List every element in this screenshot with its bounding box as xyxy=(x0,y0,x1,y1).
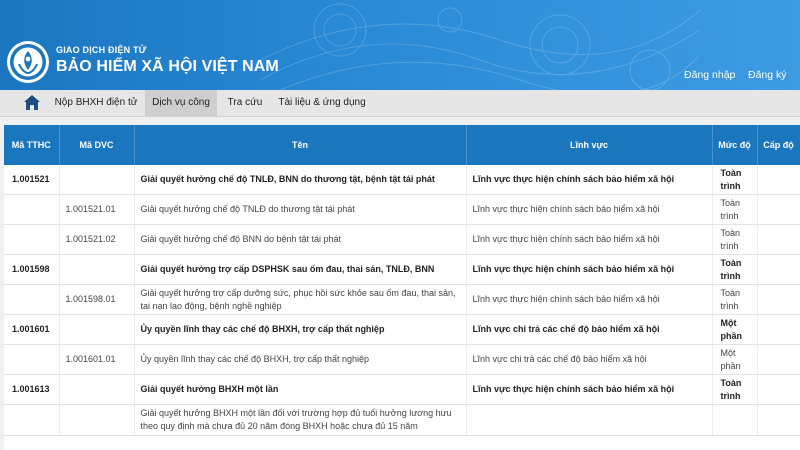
cell-cap-do xyxy=(757,194,800,225)
table-row[interactable]: Giải quyết hưởng BHXH một lần đối với tr… xyxy=(4,404,800,436)
cell-ten[interactable]: Ủy quyền lĩnh thay các chế độ BHXH, trợ … xyxy=(134,314,467,345)
cell-linh-vuc: Lĩnh vực chi trả các chế độ bảo hiểm xã … xyxy=(466,344,713,375)
cell-ma-dvc xyxy=(59,374,135,405)
cell-ma-tthc: 1.001598 xyxy=(4,254,60,285)
col-header-ma-tthc: Mã TTHC xyxy=(4,125,60,165)
cell-ten[interactable]: Giải quyết hưởng trợ cấp DSPHSK sau ốm đ… xyxy=(134,254,467,285)
cell-ma-tthc xyxy=(4,194,60,225)
cell-linh-vuc: Lĩnh vực chi trả các chế độ bảo hiểm xã … xyxy=(466,314,713,345)
cell-ma-dvc xyxy=(59,165,135,195)
table-row[interactable]: 1.001521 Giải quyết hưởng chế độ TNLĐ, B… xyxy=(4,165,800,195)
brand-subtitle: GIAO DỊCH ĐIỆN TỬ xyxy=(56,45,147,55)
service-table: Mã TTHC Mã DVC Tên Lĩnh vực Mức độ Cấp đ… xyxy=(4,125,800,436)
cell-linh-vuc: Lĩnh vực thực hiện chính sách bảo hiểm x… xyxy=(466,254,713,285)
cell-ma-dvc: 1.001521.01 xyxy=(59,194,135,225)
cell-linh-vuc xyxy=(466,404,713,436)
bhxh-logo-icon[interactable] xyxy=(6,40,50,84)
nav-item-tai-lieu[interactable]: Tài liệu & ứng dụng xyxy=(274,90,370,116)
col-header-ten: Tên xyxy=(134,125,467,165)
register-link[interactable]: Đăng ký xyxy=(748,69,787,81)
col-header-cap-do: Cấp độ xyxy=(757,125,800,165)
cell-ten[interactable]: Giải quyết hưởng chế độ BNN do bệnh tật … xyxy=(134,224,467,255)
cell-ma-dvc: 1.001598.01 xyxy=(59,284,135,315)
cell-muc-do xyxy=(712,404,758,436)
cell-ma-dvc xyxy=(59,314,135,345)
cell-ma-tthc xyxy=(4,344,60,375)
cell-linh-vuc: Lĩnh vực thực hiện chính sách bảo hiểm x… xyxy=(466,165,713,195)
cell-ma-dvc: 1.001601.01 xyxy=(59,344,135,375)
cell-muc-do: Một phần xyxy=(712,314,758,345)
cell-ten[interactable]: Giải quyết hưởng chế độ TNLĐ, BNN do thư… xyxy=(134,165,467,195)
nav-item-tra-cuu[interactable]: Tra cứu xyxy=(222,90,268,116)
cell-muc-do: Toàn trình xyxy=(712,284,758,315)
cell-ma-dvc xyxy=(59,404,135,436)
cell-cap-do xyxy=(757,254,800,285)
table-row[interactable]: 1.001521.01 Giải quyết hưởng chế độ TNLĐ… xyxy=(4,194,800,225)
col-header-linh-vuc: Lĩnh vực xyxy=(466,125,713,165)
cell-ma-dvc: 1.001521.02 xyxy=(59,224,135,255)
brand-title[interactable]: BẢO HIỂM XÃ HỘI VIỆT NAM xyxy=(56,58,279,76)
table-row[interactable]: 1.001598 Giải quyết hưởng trợ cấp DSPHSK… xyxy=(4,254,800,285)
main-nav: Nộp BHXH điện tử Dịch vụ công Tra cứu Tà… xyxy=(0,90,800,117)
home-icon[interactable] xyxy=(24,95,40,110)
site-header: GIAO DỊCH ĐIỆN TỬ BẢO HIỂM XÃ HỘI VIỆT N… xyxy=(0,0,800,90)
table-header-row: Mã TTHC Mã DVC Tên Lĩnh vực Mức độ Cấp đ… xyxy=(4,125,800,165)
table-row[interactable]: 1.001601.01 Ủy quyền lĩnh thay các chế đ… xyxy=(4,344,800,375)
login-link[interactable]: Đăng nhập xyxy=(684,69,735,81)
cell-ma-dvc xyxy=(59,254,135,285)
cell-ten[interactable]: Giải quyết hưởng BHXH một lần xyxy=(134,374,467,405)
cell-ma-tthc: 1.001613 xyxy=(4,374,60,405)
cell-linh-vuc: Lĩnh vực thực hiện chính sách bảo hiểm x… xyxy=(466,374,713,405)
cell-cap-do xyxy=(757,314,800,345)
cell-linh-vuc: Lĩnh vực thực hiện chính sách bảo hiểm x… xyxy=(466,194,713,225)
cell-muc-do: Toàn trình xyxy=(712,194,758,225)
cell-ma-tthc xyxy=(4,404,60,436)
cell-linh-vuc: Lĩnh vực thực hiện chính sách bảo hiểm x… xyxy=(466,224,713,255)
cell-ma-tthc: 1.001601 xyxy=(4,314,60,345)
header-pattern xyxy=(260,3,700,90)
cell-cap-do xyxy=(757,404,800,436)
table-row[interactable]: 1.001521.02 Giải quyết hưởng chế độ BNN … xyxy=(4,224,800,255)
col-header-muc-do: Mức độ xyxy=(712,125,758,165)
cell-muc-do: Toàn trình xyxy=(712,165,758,195)
cell-cap-do xyxy=(757,374,800,405)
cell-muc-do: Toàn trình xyxy=(712,254,758,285)
nav-item-nop-bhxh[interactable]: Nộp BHXH điện tử xyxy=(50,90,142,116)
cell-ten[interactable]: Giải quyết hưởng BHXH một lần đối với tr… xyxy=(134,404,467,436)
cell-ten[interactable]: Giải quyết hưởng chế độ TNLĐ do thương t… xyxy=(134,194,467,225)
cell-ma-tthc: 1.001521 xyxy=(4,165,60,195)
cell-ten[interactable]: Ủy quyền lĩnh thay các chế độ BHXH, trợ … xyxy=(134,344,467,375)
col-header-ma-dvc: Mã DVC xyxy=(59,125,135,165)
nav-item-dich-vu-cong[interactable]: Dịch vụ công xyxy=(145,90,217,116)
cell-muc-do: Một phần xyxy=(712,344,758,375)
cell-ma-tthc xyxy=(4,224,60,255)
cell-cap-do xyxy=(757,284,800,315)
cell-ten[interactable]: Giải quyết hưởng trợ cấp dưỡng sức, phục… xyxy=(134,284,467,315)
cell-muc-do: Toàn trình xyxy=(712,374,758,405)
table-row[interactable]: 1.001598.01 Giải quyết hưởng trợ cấp dưỡ… xyxy=(4,284,800,315)
table-row[interactable]: 1.001601 Ủy quyền lĩnh thay các chế độ B… xyxy=(4,314,800,345)
cell-cap-do xyxy=(757,165,800,195)
cell-cap-do xyxy=(757,224,800,255)
cell-linh-vuc: Lĩnh vực thực hiện chính sách bảo hiểm x… xyxy=(466,284,713,315)
cell-muc-do: Toàn trình xyxy=(712,224,758,255)
cell-ma-tthc xyxy=(4,284,60,315)
table-row[interactable]: 1.001613 Giải quyết hưởng BHXH một lần L… xyxy=(4,374,800,405)
service-table-container: Mã TTHC Mã DVC Tên Lĩnh vực Mức độ Cấp đ… xyxy=(4,125,800,450)
cell-cap-do xyxy=(757,344,800,375)
